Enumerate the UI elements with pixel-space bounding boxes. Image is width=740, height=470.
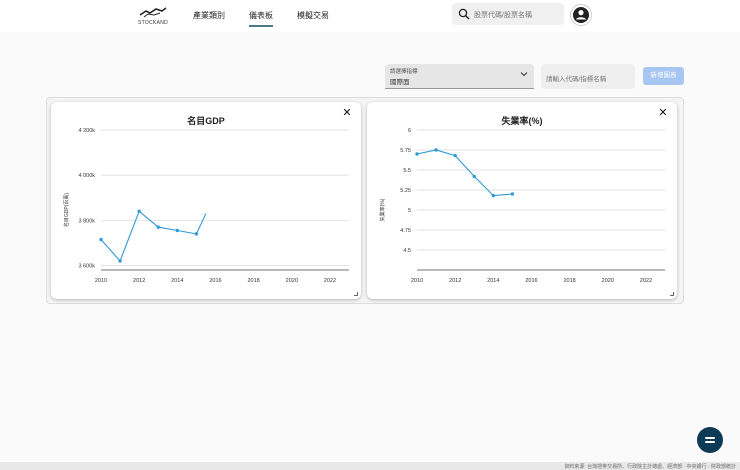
close-icon[interactable]: ✕: [341, 107, 353, 119]
indicator-search-input[interactable]: 請輸入代碼/指標名稱: [541, 64, 635, 89]
series-line: [100, 210, 207, 263]
x-tick-label: 2020: [602, 278, 614, 284]
y-tick-label: 5.5: [403, 168, 411, 174]
chart-card-unemployment: 4.5 4.75 5 5.25 5.5 5.75 6 2010 2012 2014 2016 2018…: [367, 102, 677, 299]
unemployment-line-chart: 4.5 4.75 5 5.25 5.5 5.75 6 2010 2012 2014 2016 2018…: [379, 128, 665, 284]
data-point: [156, 225, 160, 229]
data-point: [175, 228, 180, 233]
gdp-line-chart: 3 600k 3 800k 4 000k 4 200k 2010 2012 2014 2016…: [63, 128, 349, 284]
data-point: [491, 193, 496, 198]
top-navbar: STOCKAND 產業類別 儀表板 模擬交易 股票代碼/股票名稱: [0, 0, 740, 32]
y-axis-label: 名目GDP(百萬): [63, 193, 70, 228]
y-tick-label: 4 000k: [78, 173, 95, 179]
chart-title: 名目GDP: [187, 116, 225, 126]
chevron-down-icon: [520, 72, 528, 77]
brand-logo[interactable]: STOCKAND: [136, 5, 170, 29]
bull-icon: [139, 7, 167, 18]
x-tick-label: 2022: [324, 278, 336, 284]
search-placeholder: 股票代碼/股票名稱: [474, 12, 532, 19]
x-tick-label: 2018: [563, 278, 575, 284]
input-placeholder: 請輸入代碼/指標名稱: [546, 76, 607, 83]
select-value: 國際面: [390, 79, 410, 86]
x-tick-label: 2018: [247, 278, 259, 284]
chart-title: 失業率(%): [501, 116, 543, 126]
nav-dashboard[interactable]: 儀表板: [249, 10, 273, 27]
x-tick-label: 2014: [171, 278, 183, 284]
series-line: [416, 149, 513, 197]
x-tick-label: 2014: [487, 278, 499, 284]
x-tick-label: 2012: [449, 278, 461, 284]
data-point: [510, 192, 515, 196]
x-tick-label: 2012: [133, 278, 145, 284]
y-tick-label: 6: [408, 128, 411, 134]
footer-text: 資料來源: 台灣證券交易所、行政院主計總處、經濟部 · 中央銀行 · 財政部統計: [564, 464, 736, 470]
add-chart-button[interactable]: 新增圖表: [643, 67, 684, 85]
x-tick-label: 2020: [286, 278, 298, 284]
data-point: [194, 232, 199, 236]
y-axis-label: 失業率(%): [379, 198, 386, 221]
x-tick-label: 2022: [640, 278, 652, 284]
nav-industry[interactable]: 產業類別: [193, 10, 225, 21]
resize-handle[interactable]: [670, 292, 674, 296]
data-point: [472, 174, 476, 179]
x-tick-label: 2010: [95, 278, 107, 284]
y-tick-label: 3 800k: [78, 218, 95, 224]
data-point: [415, 152, 419, 156]
select-label: 請選擇指標: [390, 69, 418, 75]
logo-text: STOCKAND: [137, 20, 169, 26]
y-tick-label: 3 600k: [78, 263, 95, 269]
avatar[interactable]: [570, 4, 592, 26]
user-icon: [573, 7, 589, 23]
chat-icon: [705, 437, 715, 439]
y-tick-label: 4.75: [400, 228, 411, 234]
chart-card-gdp: 3 600k 3 800k 4 000k 4 200k 2010 2012 2014 2016…: [51, 102, 361, 299]
y-tick-label: 4 200k: [78, 128, 95, 134]
search-box[interactable]: 股票代碼/股票名稱: [452, 3, 564, 25]
indicator-select[interactable]: 請選擇指標 國際面: [385, 64, 534, 89]
y-tick-label: 4.5: [403, 248, 411, 254]
data-point: [137, 209, 141, 213]
y-tick-label: 5: [408, 208, 411, 214]
x-tick-label: 2016: [209, 278, 221, 284]
chat-button[interactable]: [697, 427, 723, 453]
y-tick-label: 5.75: [400, 148, 411, 154]
nav-simulated-trading[interactable]: 模擬交易: [297, 10, 329, 21]
data-point: [453, 153, 457, 158]
data-point: [99, 237, 103, 242]
data-point: [434, 148, 438, 152]
resize-handle[interactable]: [354, 292, 358, 296]
close-icon[interactable]: ✕: [657, 107, 669, 119]
footer-bar: 資料來源: 台灣證券交易所、行政院主計總處、經濟部 · 中央銀行 · 財政部統計: [0, 462, 740, 470]
x-tick-label: 2010: [411, 278, 423, 284]
chat-icon: [705, 441, 715, 443]
data-point: [118, 259, 122, 263]
y-tick-label: 5.25: [400, 188, 411, 194]
x-tick-label: 2016: [525, 278, 537, 284]
search-icon: [458, 8, 470, 20]
